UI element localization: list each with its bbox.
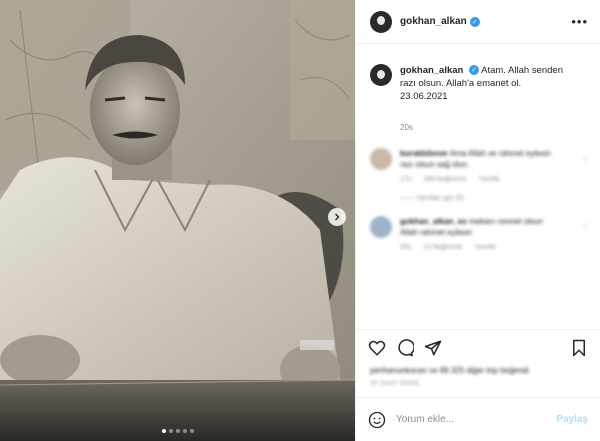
- view-replies-label: —— Yanıtları gör (5): [400, 195, 464, 202]
- comment-row: burakbilener Ama Allah ve rahmet eylesin…: [356, 148, 600, 170]
- comment-meta: 20s 12 beğenme Yanıtla: [400, 244, 600, 251]
- comment-body: burakbilener Ama Allah ve rahmet eylesin…: [400, 148, 560, 170]
- commenter-avatar[interactable]: [370, 148, 392, 170]
- commenter-avatar[interactable]: [370, 216, 392, 238]
- commenter-username[interactable]: burakbilener: [400, 149, 448, 158]
- caption-line-2: razı olsun. Allah'a emanet ol.: [400, 78, 522, 89]
- comments-section: gokhan_alkan ✓ Atam. Allah senden razı o…: [356, 44, 600, 329]
- more-options-icon[interactable]: •••: [571, 14, 588, 29]
- verified-badge-icon: ✓: [469, 16, 480, 27]
- author-username[interactable]: gokhan_alkan: [400, 16, 467, 27]
- comment-reply-button[interactable]: Yanıtla: [478, 176, 499, 183]
- post-caption: gokhan_alkan ✓ Atam. Allah senden razı o…: [356, 44, 600, 103]
- view-replies-button[interactable]: —— Yanıtları gör (5): [400, 195, 600, 202]
- post-date[interactable]: 20 SAAT ÖNCE: [356, 376, 600, 387]
- caption-line-1: Atam. Allah senden: [481, 65, 563, 76]
- post-header: gokhan_alkan ✓ •••: [356, 0, 600, 44]
- caption-username[interactable]: gokhan_alkan: [400, 65, 463, 76]
- post-media[interactable]: [0, 0, 355, 441]
- caption-text: gokhan_alkan ✓ Atam. Allah senden razı o…: [400, 64, 563, 103]
- likes-text: perihanunkocan ve 89.325 diğer kişi beğe…: [370, 366, 529, 375]
- comment-row: gokhan_alkan_es mekanı cennet olsun Alla…: [356, 216, 600, 238]
- comment-time: 20s: [400, 244, 412, 251]
- next-image-button[interactable]: [328, 208, 346, 226]
- caption-line-3: 23.06.2021: [400, 91, 448, 102]
- smiley-icon[interactable]: [368, 411, 386, 429]
- comment-reply-button[interactable]: Yanıtla: [474, 244, 495, 251]
- carousel-dot: [168, 429, 173, 433]
- commenter-username[interactable]: gokhan_alkan_es: [400, 217, 467, 226]
- comment-body: gokhan_alkan_es mekanı cennet olsun Alla…: [400, 216, 560, 238]
- paper-plane-icon[interactable]: [424, 339, 442, 357]
- carousel-dot: [182, 429, 187, 433]
- add-comment-bar: Paylaş: [356, 397, 600, 441]
- verified-badge-icon: ✓: [469, 65, 479, 76]
- comment-meta: 17s 289 beğenme Yanıtla: [400, 176, 600, 183]
- caption-avatar[interactable]: [370, 64, 392, 86]
- chevron-right-icon: [335, 213, 340, 221]
- caption-time-ago: 20s: [400, 123, 413, 132]
- comment-input[interactable]: [396, 414, 557, 425]
- bookmark-icon[interactable]: [570, 339, 588, 357]
- comment-like-icon[interactable]: ♡: [582, 222, 590, 233]
- action-bar: [356, 329, 600, 365]
- author-avatar[interactable]: [370, 10, 392, 33]
- comment-likes[interactable]: 289 beğenme: [423, 176, 466, 183]
- comment-item: gokhan_alkan_es mekanı cennet olsun Alla…: [356, 216, 600, 251]
- post-photo: [0, 0, 355, 441]
- carousel-indicator: [0, 429, 355, 433]
- comment-item: burakbilener Ama Allah ve rahmet eylesin…: [356, 148, 600, 202]
- post-sidebar: gokhan_alkan ✓ ••• gokhan_alkan ✓ Atam. …: [355, 0, 600, 441]
- comment-like-icon[interactable]: ♡: [582, 154, 590, 165]
- carousel-dot: [175, 429, 180, 433]
- comment-bubble-icon[interactable]: [396, 338, 414, 357]
- likes-summary[interactable]: perihanunkocan ve 89.325 diğer kişi beğe…: [356, 365, 600, 376]
- heart-icon[interactable]: [368, 339, 386, 357]
- instagram-post: gokhan_alkan ✓ ••• gokhan_alkan ✓ Atam. …: [0, 0, 600, 441]
- comment-time: 17s: [400, 176, 412, 183]
- carousel-dot: [189, 429, 194, 433]
- comment-likes[interactable]: 12 beğenme: [423, 244, 462, 251]
- post-comment-button[interactable]: Paylaş: [556, 414, 588, 425]
- carousel-dot: [161, 429, 166, 433]
